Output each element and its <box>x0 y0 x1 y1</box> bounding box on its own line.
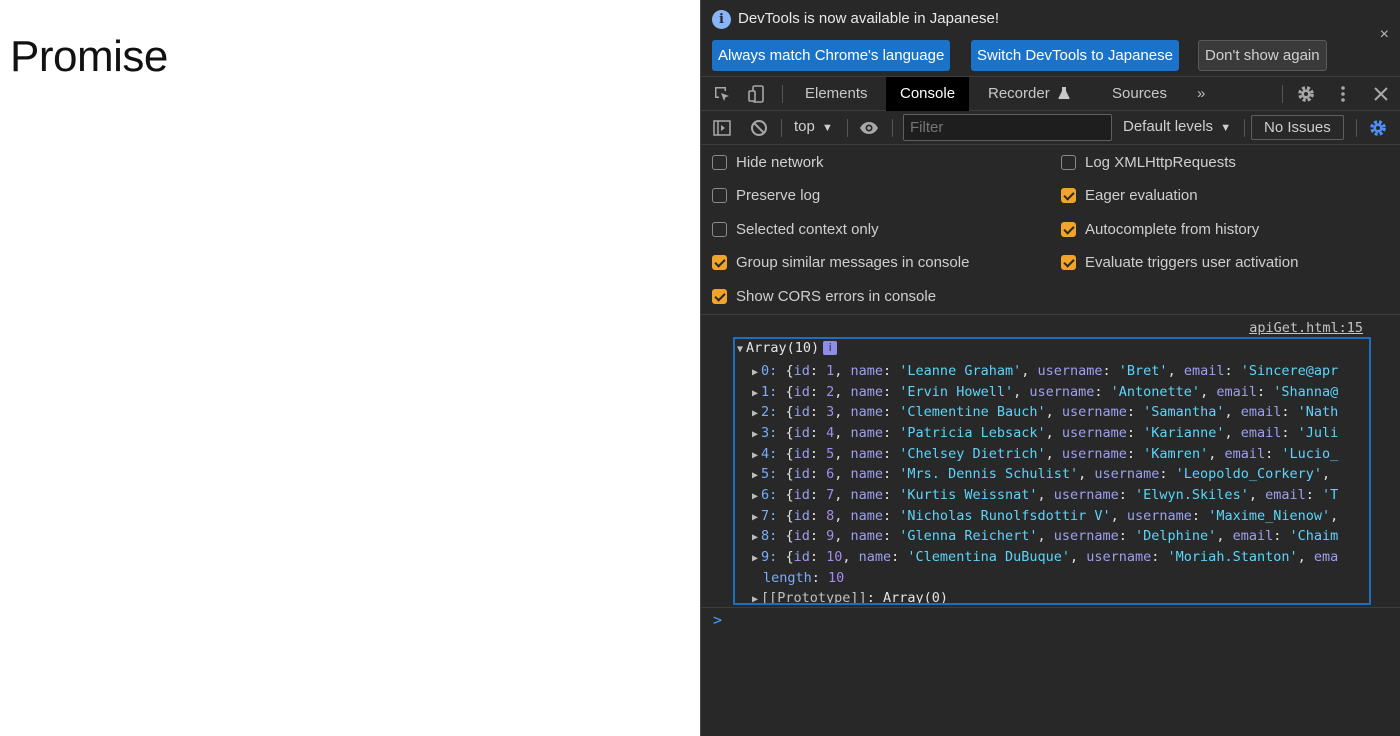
expand-triangle-icon[interactable]: ▶ <box>752 594 758 603</box>
expand-triangle-icon[interactable]: ▶ <box>752 367 758 378</box>
toolbar-divider <box>847 119 848 137</box>
expand-triangle-icon[interactable]: ▶ <box>752 553 758 564</box>
info-icon: i <box>712 10 731 29</box>
cors-errors-checkbox[interactable] <box>712 289 727 304</box>
log-xhr-checkbox[interactable] <box>1061 155 1076 170</box>
info-icon[interactable]: i <box>823 341 838 355</box>
dont-show-again-button[interactable]: Don't show again <box>1198 40 1327 71</box>
eye-icon[interactable] <box>859 118 879 138</box>
array-length-row: length: 10 <box>763 570 845 586</box>
eager-evaluation-option[interactable]: Eager evaluation <box>1061 186 1198 206</box>
expand-triangle-icon[interactable]: ▼ <box>737 344 743 355</box>
console-prompt-icon[interactable]: > <box>713 611 722 629</box>
page-viewport: Promise <box>0 0 700 736</box>
devtools-panel: i DevTools is now available in Japanese!… <box>700 0 1400 736</box>
toolbar-divider <box>782 85 783 103</box>
inspect-element-icon[interactable] <box>712 84 732 104</box>
selected-context-checkbox[interactable] <box>712 222 727 237</box>
tab-recorder-label: Recorder <box>988 85 1050 102</box>
tab-elements[interactable]: Elements <box>791 77 882 111</box>
context-value: top <box>794 118 815 135</box>
source-link[interactable]: apiGet.html:15 <box>1249 320 1363 336</box>
array-summary: Array(10) <box>746 340 820 356</box>
sidebar-toggle-icon[interactable] <box>712 118 732 138</box>
tab-sources[interactable]: Sources <box>1098 77 1181 111</box>
selected-context-option[interactable]: Selected context only <box>712 220 879 240</box>
console-settings-panel: Hide network Preserve log Selected conte… <box>701 145 1400 315</box>
user-activation-checkbox[interactable] <box>1061 255 1076 270</box>
close-devtools-icon[interactable] <box>1371 84 1391 104</box>
page-title: Promise <box>10 32 168 81</box>
array-item-row[interactable]: ▶ 9: {id: 10, name: 'Clementina DuBuque',… <box>752 547 1338 567</box>
expand-triangle-icon[interactable]: ▶ <box>752 532 758 543</box>
array-header[interactable]: ▼ Array(10) i <box>737 340 838 356</box>
switch-japanese-button[interactable]: Switch DevTools to Japanese <box>971 40 1179 71</box>
kebab-menu-icon[interactable] <box>1333 84 1353 104</box>
toolbar-divider <box>1356 119 1357 137</box>
autocomplete-history-option[interactable]: Autocomplete from history <box>1061 220 1259 240</box>
dropdown-caret-icon: ▼ <box>822 122 833 134</box>
array-log-entry[interactable]: ▼ Array(10) i ▶ 0: {id: 1, name: 'Leanne Gr… <box>733 337 1371 605</box>
log-xhr-option[interactable]: Log XMLHttpRequests <box>1061 153 1236 173</box>
array-item-row[interactable]: ▶ 4: {id: 5, name: 'Chelsey Dietrich', us… <box>752 444 1338 464</box>
preserve-log-checkbox[interactable] <box>712 188 727 203</box>
clear-console-icon[interactable] <box>749 118 769 138</box>
console-toolbar: top ▼ Default levels ▼ No Issues <box>701 111 1400 145</box>
array-item-row[interactable]: ▶ 2: {id: 3, name: 'Clementine Bauch', us… <box>752 402 1338 422</box>
expand-triangle-icon[interactable]: ▶ <box>752 408 758 419</box>
expand-triangle-icon[interactable]: ▶ <box>752 450 758 461</box>
user-activation-option[interactable]: Evaluate triggers user activation <box>1061 253 1298 273</box>
prototype-row[interactable]: ▶ [[Prototype]]: Array(0) <box>752 588 948 603</box>
devtools-tabbar: Elements Console Recorder Sources » <box>701 76 1400 111</box>
group-similar-checkbox[interactable] <box>712 255 727 270</box>
log-levels-dropdown[interactable]: Default levels ▼ <box>1123 118 1231 135</box>
array-item-row[interactable]: ▶ 0: {id: 1, name: 'Leanne Graham', usern… <box>752 361 1338 381</box>
toolbar-divider <box>892 119 893 137</box>
gear-icon[interactable] <box>1296 84 1316 104</box>
tab-console[interactable]: Console <box>886 77 970 111</box>
more-tabs-icon[interactable]: » <box>1183 77 1219 111</box>
expand-triangle-icon[interactable]: ▶ <box>752 512 758 523</box>
hide-network-checkbox[interactable] <box>712 155 727 170</box>
eager-evaluation-checkbox[interactable] <box>1061 188 1076 203</box>
hide-network-option[interactable]: Hide network <box>712 153 824 173</box>
filter-input[interactable] <box>903 114 1112 141</box>
array-item-row[interactable]: ▶ 5: {id: 6, name: 'Mrs. Dennis Schulist'… <box>752 464 1330 484</box>
language-infobar: i DevTools is now available in Japanese!… <box>701 0 1400 76</box>
expand-triangle-icon[interactable]: ▶ <box>752 491 758 502</box>
toolbar-divider <box>781 119 782 137</box>
log-levels-label: Default levels <box>1123 118 1214 135</box>
expand-triangle-icon[interactable]: ▶ <box>752 470 758 481</box>
flask-icon <box>1058 87 1070 99</box>
console-output: apiGet.html:15 ▼ Array(10) i ▶ 0: {id: 1, n… <box>701 315 1400 736</box>
toolbar-divider <box>1244 119 1245 137</box>
context-selector[interactable]: top ▼ <box>794 118 833 135</box>
array-item-row[interactable]: ▶ 8: {id: 9, name: 'Glenna Reichert', use… <box>752 526 1338 546</box>
tab-recorder[interactable]: Recorder <box>974 77 1084 111</box>
expand-triangle-icon[interactable]: ▶ <box>752 388 758 399</box>
preserve-log-option[interactable]: Preserve log <box>712 186 820 206</box>
dropdown-caret-icon: ▼ <box>1220 122 1232 134</box>
array-item-row[interactable]: ▶ 1: {id: 2, name: 'Ervin Howell', userna… <box>752 382 1338 402</box>
console-divider <box>701 607 1400 608</box>
console-settings-icon[interactable] <box>1368 118 1388 138</box>
close-icon[interactable]: × <box>1380 26 1389 44</box>
cors-errors-option[interactable]: Show CORS errors in console <box>712 287 936 307</box>
infobar-message: DevTools is now available in Japanese! <box>738 10 999 27</box>
issues-button[interactable]: No Issues <box>1251 115 1344 140</box>
device-toolbar-icon[interactable] <box>747 84 767 104</box>
array-item-row[interactable]: ▶ 7: {id: 8, name: 'Nicholas Runolfsdotti… <box>752 506 1338 526</box>
toolbar-divider <box>1282 85 1283 103</box>
match-language-button[interactable]: Always match Chrome's language <box>712 40 951 71</box>
autocomplete-history-checkbox[interactable] <box>1061 222 1076 237</box>
expand-triangle-icon[interactable]: ▶ <box>752 429 758 440</box>
array-item-row[interactable]: ▶ 3: {id: 4, name: 'Patricia Lebsack', us… <box>752 423 1338 443</box>
array-item-row[interactable]: ▶ 6: {id: 7, name: 'Kurtis Weissnat', use… <box>752 485 1338 505</box>
group-similar-option[interactable]: Group similar messages in console <box>712 253 969 273</box>
